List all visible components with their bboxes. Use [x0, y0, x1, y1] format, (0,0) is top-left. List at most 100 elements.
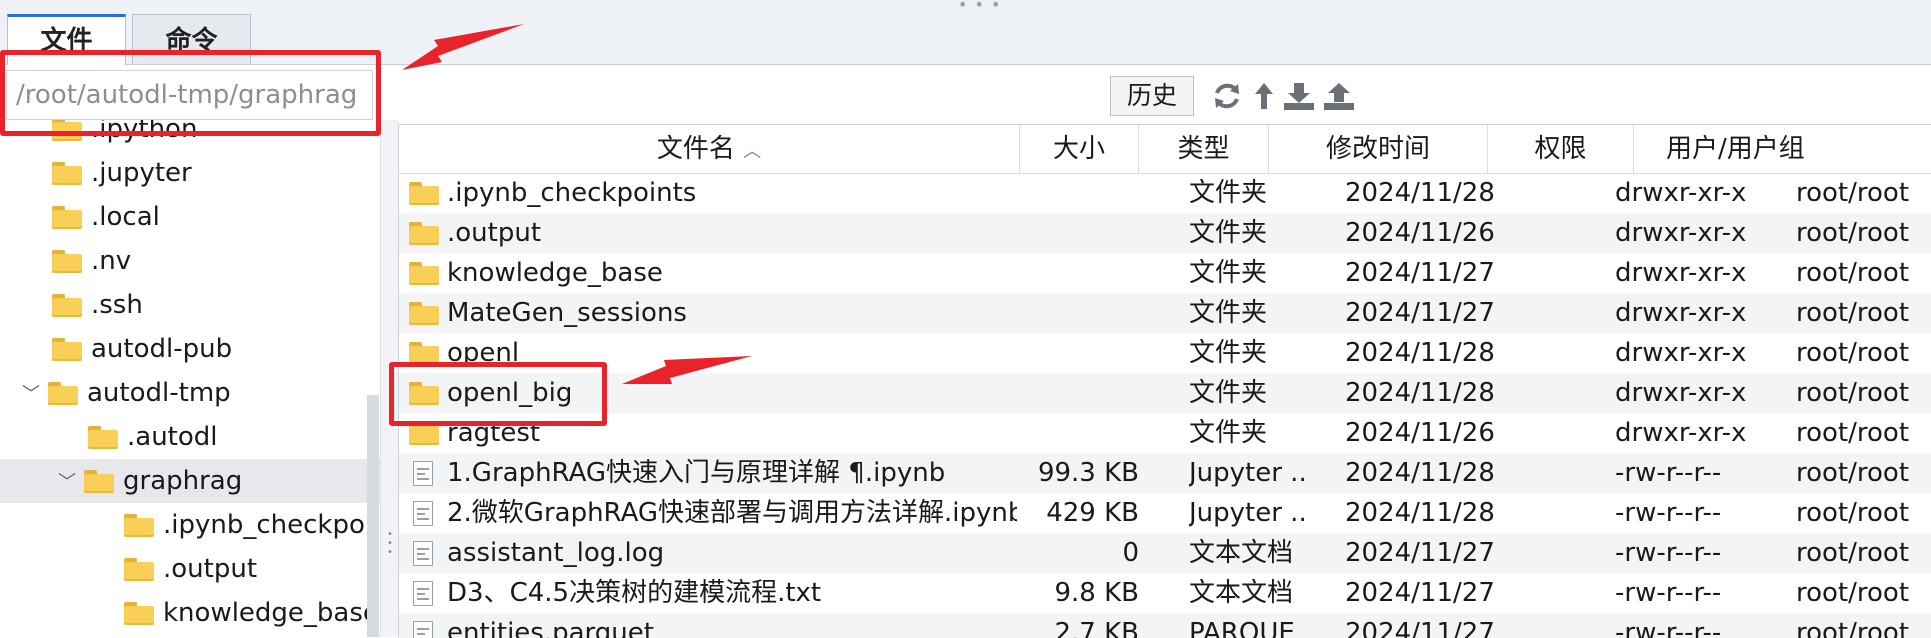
tree-item[interactable]: .output [0, 547, 380, 591]
chevron-down-icon[interactable]: ﹀ [56, 468, 78, 494]
table-row[interactable]: .ipynb_checkpoints 文件夹 2024/11/28 16:47 drw… [399, 173, 1931, 213]
file-table: 文件名 ︿ 大小 类型 修改时间 权限 用户/用户组 .ipynb_checkp… [398, 124, 1931, 638]
tree-item-label: autodl-pub [91, 334, 233, 364]
tree-item-label: autodl-tmp [87, 378, 231, 408]
history-button[interactable]: 历史 [1110, 76, 1194, 116]
file-perm: drwxr-xr-x [1615, 218, 1747, 248]
column-header-modified[interactable]: 修改时间 [1269, 125, 1488, 173]
path-input[interactable]: /root/autodl-tmp/graphrag [6, 70, 373, 120]
tree-item[interactable]: .ssh [0, 283, 380, 327]
tree-item-label: .autodl [127, 422, 218, 452]
folder-icon [48, 381, 78, 405]
file-name: .ipynb_checkpoints [447, 178, 697, 208]
folder-icon [52, 337, 82, 361]
file-modified: 2024/11/27 16:28 [1345, 258, 1505, 288]
file-type: PARQUE [1189, 618, 1295, 638]
column-header-name[interactable]: 文件名 ︿ [399, 125, 1020, 173]
folder-icon [124, 601, 154, 625]
file-size [1020, 373, 1143, 413]
file-owner: root/root [1796, 538, 1910, 568]
folder-icon [409, 262, 448, 292]
file-type: 文件夹 [1189, 218, 1268, 248]
folder-icon [88, 425, 118, 449]
column-header-label: 文件名 [656, 134, 735, 164]
folder-icon [52, 120, 82, 141]
file-size: 0 [1122, 538, 1139, 568]
folder-icon [52, 249, 82, 273]
file-type: 文本文档 [1189, 538, 1294, 568]
upload-icon[interactable] [1322, 76, 1356, 116]
file-name: 2.微软GraphRAG快速部署与调用方法详解.ipynb [447, 498, 1017, 528]
folder-icon [124, 513, 154, 537]
column-header-size[interactable]: 大小 [1020, 125, 1139, 173]
table-row[interactable]: assistant_log.log 0 文本文档 2024/11/27 15:08 -r… [399, 533, 1931, 573]
parent-directory-icon[interactable] [1247, 76, 1281, 116]
tree-item-label: .ipython [91, 120, 198, 144]
tree-item-label: .ssh [91, 290, 143, 320]
file-modified: 2024/11/28 15:44 [1345, 458, 1505, 488]
file-size [1020, 293, 1143, 333]
download-icon[interactable] [1282, 76, 1316, 116]
file-size [1020, 173, 1143, 213]
table-row[interactable]: .output 文件夹 2024/11/26 20:29 drwxr-xr-x root… [399, 213, 1931, 253]
tree-item[interactable]: .ipynb_checkpoi [0, 503, 380, 547]
file-type: 文件夹 [1189, 298, 1268, 328]
file-owner: root/root [1796, 338, 1910, 368]
tree-item-selected[interactable]: ﹀ graphrag [0, 459, 380, 503]
pane-splitter[interactable]: • • • [380, 120, 399, 637]
file-size: 99.3 KB [1037, 458, 1139, 488]
folder-icon [409, 182, 448, 212]
tree-scrollbar[interactable] [367, 395, 379, 637]
tree-item-label: .output [163, 554, 258, 584]
file-perm: -rw-r--r-- [1615, 618, 1722, 638]
file-owner: root/root [1796, 378, 1910, 408]
file-name: assistant_log.log [447, 538, 665, 568]
tree-item[interactable]: .jupyter [0, 151, 380, 195]
table-row[interactable]: MateGen_sessions 文件夹 2024/11/27 21:22 drwxr… [399, 293, 1931, 333]
table-row[interactable]: knowledge_base 文件夹 2024/11/27 16:28 drwxr-x… [399, 253, 1931, 293]
tree-item[interactable]: .autodl [0, 415, 380, 459]
folder-icon [409, 382, 448, 412]
tree-item[interactable]: autodl-pub [0, 327, 380, 371]
refresh-icon[interactable] [1210, 76, 1244, 116]
folder-icon [409, 222, 448, 252]
tree-item[interactable]: knowledge_base [0, 591, 380, 635]
table-row[interactable]: openl 文件夹 2024/11/28 16:19 drwxr-xr-x root/r… [399, 333, 1931, 373]
column-header-owner[interactable]: 用户/用户组 [1634, 125, 1931, 173]
tree-item-label: .jupyter [91, 158, 192, 188]
table-row[interactable]: 2.微软GraphRAG快速部署与调用方法详解.ipynb 429 KB Jupyt… [399, 493, 1931, 533]
tab-commands[interactable]: 命令 [132, 14, 251, 64]
file-modified: 2024/11/27 12:04 [1345, 578, 1505, 608]
tree-item[interactable]: ﹀ autodl-tmp [0, 371, 380, 415]
folder-icon [84, 469, 114, 493]
tab-files[interactable]: 文件 [7, 14, 126, 65]
table-row[interactable]: entities.parquet 2.7 KB PARQUE 2024/11/27 1… [399, 613, 1931, 638]
drag-handle-icon[interactable]: • • • [958, 0, 1001, 13]
file-icon [413, 541, 433, 573]
file-owner: root/root [1796, 178, 1910, 208]
file-modified: 2024/11/26 20:29 [1345, 418, 1505, 448]
column-header-permission[interactable]: 权限 [1488, 125, 1634, 173]
tree-item[interactable]: .ipython [0, 120, 380, 151]
file-owner: root/root [1796, 298, 1910, 328]
file-modified: 2024/11/28 16:47 [1345, 178, 1505, 208]
file-icon [413, 501, 433, 533]
table-row[interactable]: openl_big 文件夹 2024/11/28 18:47 drwxr-xr-x ro… [399, 373, 1931, 413]
table-row[interactable]: ragtest 文件夹 2024/11/26 20:29 drwxr-xr-x root… [399, 413, 1931, 453]
folder-icon [409, 422, 448, 452]
tree-item[interactable]: .local [0, 195, 380, 239]
file-icon [413, 581, 433, 613]
column-header-type[interactable]: 类型 [1139, 125, 1269, 173]
table-row[interactable]: D3、C4.5决策树的建模流程.txt 9.8 KB 文本文档 2024/11/27 … [399, 573, 1931, 613]
table-header: 文件名 ︿ 大小 类型 修改时间 权限 用户/用户组 [399, 125, 1931, 174]
file-name: .output [447, 218, 542, 248]
file-name: openl [447, 338, 520, 368]
chevron-down-icon[interactable]: ﹀ [20, 380, 42, 406]
folder-icon [52, 161, 82, 185]
file-name: 1.GraphRAG快速入门与原理详解 ¶.ipynb [447, 458, 946, 488]
folder-icon [52, 293, 82, 317]
table-row[interactable]: 1.GraphRAG快速入门与原理详解 ¶.ipynb 99.3 KB Jupyte… [399, 453, 1931, 493]
file-owner: root/root [1796, 458, 1910, 488]
file-size: 9.8 KB [1054, 578, 1140, 608]
tree-item[interactable]: .nv [0, 239, 380, 283]
